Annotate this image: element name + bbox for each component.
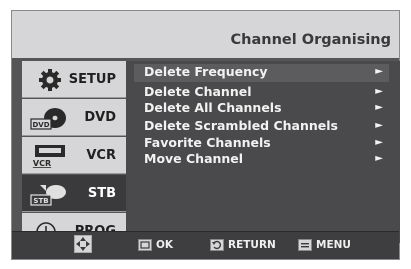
menu-item-label: Delete All Channels xyxy=(144,100,282,115)
title-bar: Channel Organising xyxy=(12,11,399,58)
footer-bar: OK RETURN MENU xyxy=(12,231,399,259)
svg-text:STB: STB xyxy=(33,197,48,205)
dvd-disc-icon: DVD xyxy=(30,108,66,130)
sidebar-item-label: VCR xyxy=(86,148,116,163)
menu-item-label: Move Channel xyxy=(144,151,244,166)
menu-item-label: Favorite Channels xyxy=(144,135,271,150)
gear-icon xyxy=(39,69,61,91)
menu-item-delete-frequency[interactable]: Delete Frequency ► xyxy=(134,64,389,82)
sidebar-item-setup[interactable]: SETUP xyxy=(22,61,126,98)
arrow-right-icon: ► xyxy=(375,120,383,131)
sidebar-item-dvd[interactable]: DVD DVD xyxy=(22,99,126,136)
sidebar-item-vcr[interactable]: VCR VCR xyxy=(22,137,126,174)
menu-item-move-channel[interactable]: Move Channel ► xyxy=(134,151,389,169)
sidebar-item-label: STB xyxy=(87,186,116,201)
svg-text:VCR: VCR xyxy=(33,159,51,168)
osd-screen: Channel Organising SETUP DVD DVD VCR VCR… xyxy=(11,10,400,260)
svg-text:DVD: DVD xyxy=(32,121,49,129)
menu-item-label: Delete Channel xyxy=(144,84,252,99)
vcr-tape-icon: VCR xyxy=(33,145,65,168)
menu-item-label: Delete Scrambled Channels xyxy=(144,118,338,133)
sidebar-item-stb[interactable]: STB STB xyxy=(22,175,126,212)
menu-item-delete-all-channels[interactable]: Delete All Channels ► xyxy=(134,100,389,118)
satellite-dish-icon: STB xyxy=(30,185,66,206)
menu-button-icon xyxy=(298,239,312,251)
arrow-right-icon: ► xyxy=(375,153,383,164)
sidebar-item-label: SETUP xyxy=(68,72,116,87)
menu-item-label: Delete Frequency xyxy=(144,64,268,79)
arrow-right-icon: ► xyxy=(375,66,383,77)
arrow-right-icon: ► xyxy=(375,102,383,113)
sidebar-item-label: DVD xyxy=(84,110,116,125)
arrow-right-icon: ► xyxy=(375,137,383,148)
menu-item-delete-scrambled-channels[interactable]: Delete Scrambled Channels ► xyxy=(134,118,389,136)
return-icon xyxy=(210,239,224,251)
arrow-right-icon: ► xyxy=(375,86,383,97)
ok-button-icon xyxy=(138,239,152,251)
navigation-pad-icon xyxy=(74,235,92,253)
page-title: Channel Organising xyxy=(230,32,391,48)
